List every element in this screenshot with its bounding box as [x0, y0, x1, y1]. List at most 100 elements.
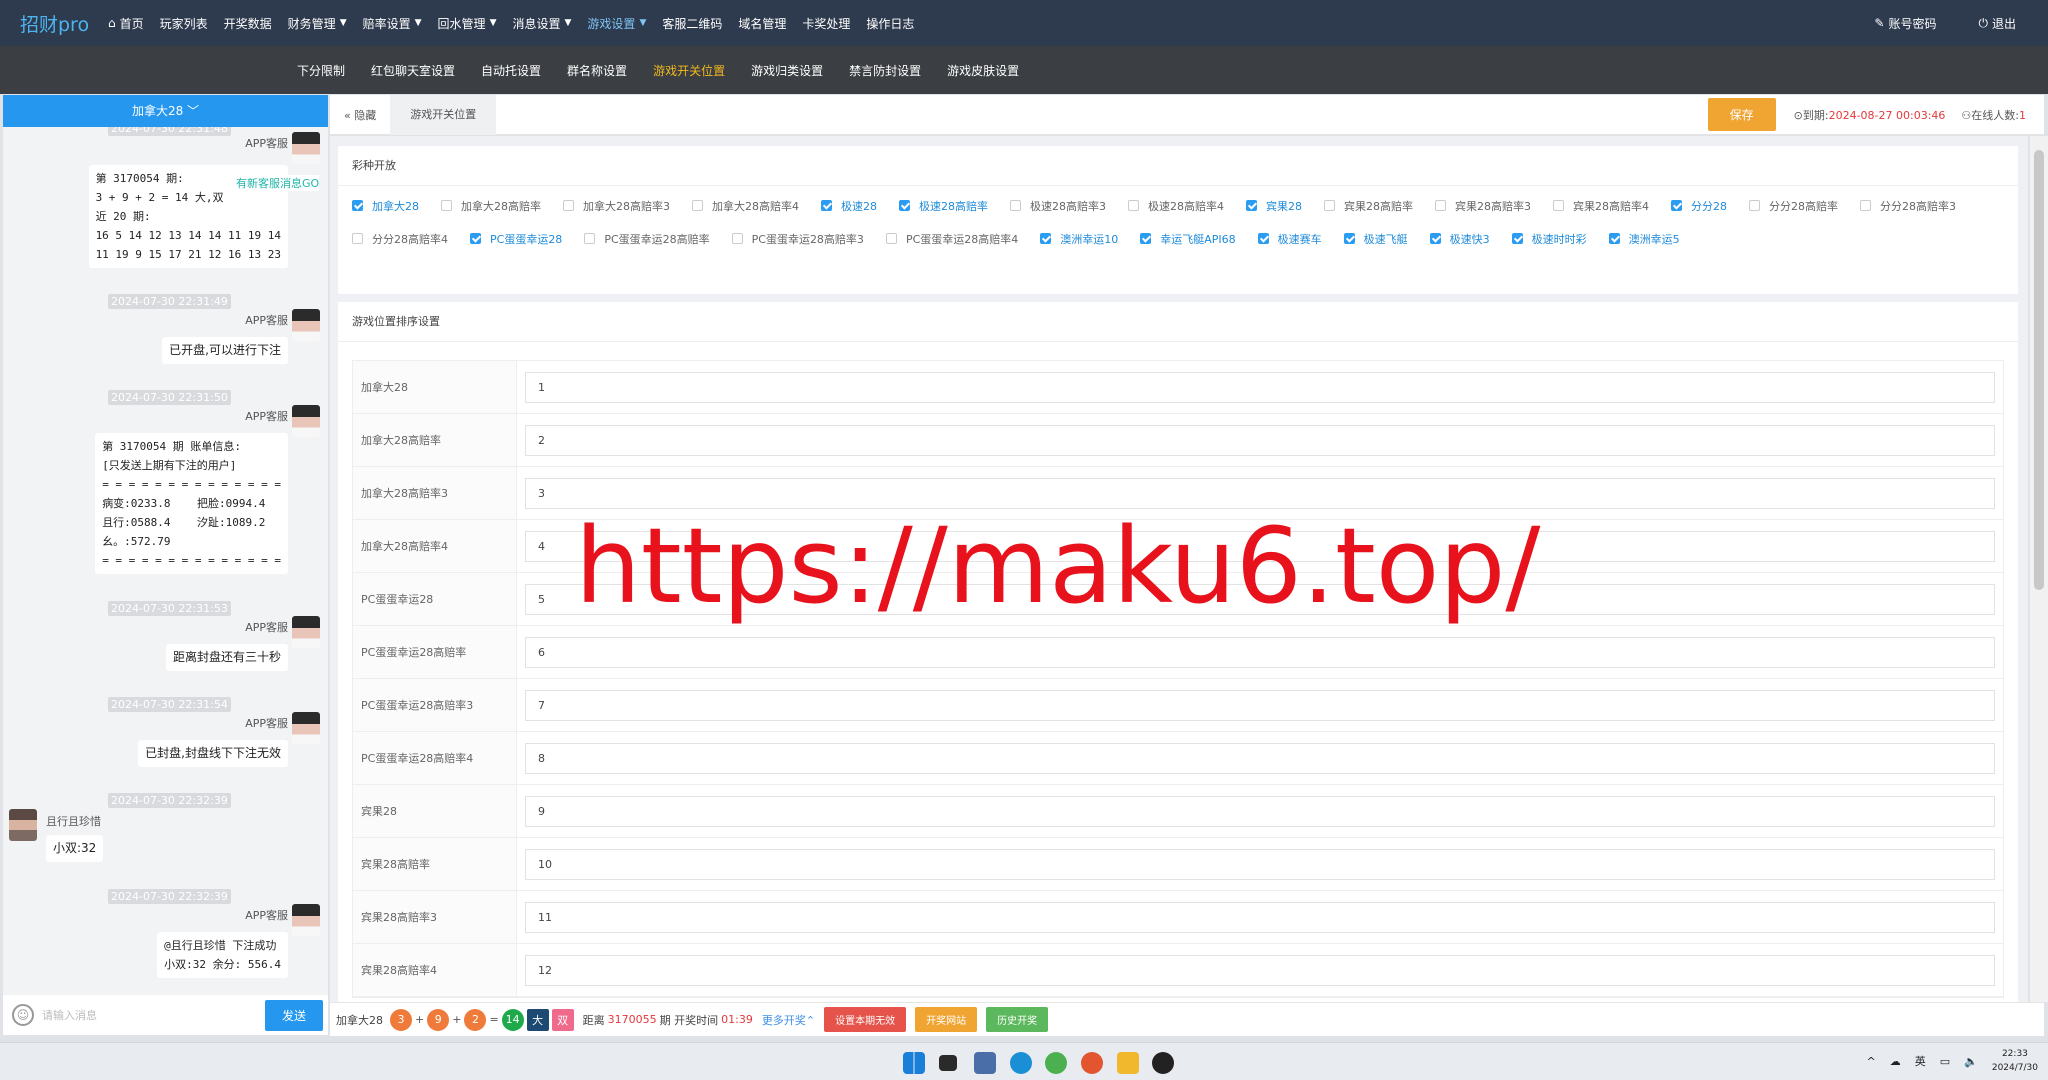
- lottery-checkbox[interactable]: 宾果28高赔率: [1324, 196, 1413, 215]
- position-input[interactable]: [525, 795, 1995, 827]
- lottery-checkbox[interactable]: 加拿大28高赔率3: [563, 196, 670, 215]
- checkbox-box[interactable]: [1010, 200, 1021, 211]
- nav-item[interactable]: 财务管理 ▼: [280, 15, 355, 32]
- position-input[interactable]: [525, 901, 1995, 933]
- app-icon[interactable]: [1081, 1052, 1103, 1074]
- checkbox-box[interactable]: [352, 200, 363, 211]
- position-input[interactable]: [525, 742, 1995, 774]
- nav-home[interactable]: ⌂ 首页: [100, 15, 152, 32]
- lottery-checkbox[interactable]: 澳洲幸运5: [1608, 229, 1680, 248]
- send-button[interactable]: 发送: [264, 999, 323, 1031]
- checkbox-box[interactable]: [1511, 233, 1523, 244]
- tab-game-switch-position[interactable]: 游戏开关位置: [390, 94, 497, 135]
- lottery-checkbox[interactable]: 极速28: [821, 196, 877, 215]
- qq-icon[interactable]: [1152, 1052, 1174, 1074]
- subnav-item[interactable]: 游戏皮肤设置: [947, 62, 1019, 79]
- checkbox-box[interactable]: [1860, 200, 1871, 211]
- position-input[interactable]: [525, 424, 1995, 456]
- subnav-item[interactable]: 游戏开关位置: [653, 62, 725, 79]
- draw-website-button[interactable]: 开奖网站: [915, 1007, 978, 1032]
- lottery-checkbox[interactable]: 幸运飞艇API68: [1140, 229, 1236, 248]
- checkbox-box[interactable]: [731, 233, 743, 244]
- task-view-icon[interactable]: [939, 1055, 957, 1071]
- checkbox-box[interactable]: [441, 200, 452, 211]
- nav-item[interactable]: 域名管理: [730, 15, 794, 32]
- lottery-checkbox[interactable]: 澳洲幸运10: [1040, 229, 1118, 248]
- save-button[interactable]: 保存: [1707, 98, 1776, 131]
- display-icon[interactable]: ▭: [1940, 1055, 1950, 1068]
- lottery-checkbox[interactable]: 加拿大28高赔率: [441, 196, 541, 215]
- chat-room-selector[interactable]: 加拿大28 ﹀: [3, 95, 328, 127]
- lottery-checkbox[interactable]: 极速28高赔率4: [1128, 196, 1224, 215]
- hide-panel-button[interactable]: « 隐藏: [330, 107, 390, 123]
- checkbox-box[interactable]: [1257, 233, 1269, 244]
- checkbox-box[interactable]: [1435, 200, 1446, 211]
- position-input[interactable]: [525, 636, 1995, 668]
- checkbox-box[interactable]: [1140, 233, 1152, 244]
- ime-indicator[interactable]: 英: [1915, 1053, 1926, 1069]
- nav-item[interactable]: 回水管理 ▼: [430, 15, 505, 32]
- checkbox-box[interactable]: [1246, 200, 1257, 211]
- checkbox-box[interactable]: [1608, 233, 1620, 244]
- position-input[interactable]: [525, 371, 1995, 403]
- subnav-item[interactable]: 自动托设置: [481, 62, 541, 79]
- emoji-icon[interactable]: ☺: [12, 1004, 34, 1026]
- checkbox-box[interactable]: [1749, 200, 1760, 211]
- volume-icon[interactable]: 🔈: [1964, 1055, 1978, 1068]
- checkbox-box[interactable]: [470, 233, 481, 244]
- nav-item[interactable]: 玩家列表: [152, 15, 216, 32]
- checkbox-box[interactable]: [1040, 233, 1052, 244]
- checkbox-box[interactable]: [885, 233, 897, 244]
- checkbox-box[interactable]: [1429, 233, 1441, 244]
- network-icon[interactable]: ☁: [1890, 1055, 1901, 1068]
- lottery-checkbox[interactable]: PC蛋蛋幸运28高赔率3: [731, 229, 864, 248]
- checkbox-box[interactable]: [584, 233, 596, 244]
- lottery-checkbox[interactable]: 分分28高赔率: [1749, 196, 1838, 215]
- lottery-checkbox[interactable]: 极速飞艇: [1343, 229, 1408, 248]
- lottery-checkbox[interactable]: 极速赛车: [1257, 229, 1322, 248]
- nav-item[interactable]: 消息设置 ▼: [504, 15, 579, 32]
- position-input[interactable]: [525, 689, 1995, 721]
- file-explorer-icon[interactable]: [1117, 1052, 1139, 1074]
- set-period-invalid-button[interactable]: 设置本期无效: [824, 1007, 907, 1032]
- lottery-checkbox[interactable]: PC蛋蛋幸运28高赔率: [584, 229, 710, 248]
- subnav-item[interactable]: 游戏归类设置: [751, 62, 823, 79]
- lottery-checkbox[interactable]: 极速时时彩: [1511, 229, 1587, 248]
- scrollbar-thumb[interactable]: [2034, 150, 2044, 590]
- lottery-checkbox[interactable]: 分分28高赔率4: [352, 229, 448, 248]
- account-password-button[interactable]: ✎ 账号密码: [1866, 15, 1944, 32]
- nav-item[interactable]: 客服二维码: [654, 15, 730, 32]
- windows-start-icon[interactable]: [903, 1052, 925, 1074]
- app-icon[interactable]: [974, 1052, 996, 1074]
- position-input[interactable]: [525, 954, 1995, 986]
- edge-browser-icon[interactable]: [1010, 1052, 1032, 1074]
- nav-item[interactable]: 游戏设置 ▼: [579, 15, 654, 32]
- position-input[interactable]: [525, 848, 1995, 880]
- checkbox-box[interactable]: [352, 233, 363, 244]
- lottery-checkbox[interactable]: 极速28高赔率3: [1010, 196, 1106, 215]
- checkbox-box[interactable]: [1671, 200, 1682, 211]
- history-results-button[interactable]: 历史开奖: [986, 1007, 1049, 1032]
- lottery-checkbox[interactable]: 加拿大28高赔率4: [692, 196, 799, 215]
- lottery-checkbox[interactable]: PC蛋蛋幸运28: [470, 229, 562, 248]
- tray-overflow-icon[interactable]: ^: [1867, 1055, 1876, 1068]
- lottery-checkbox[interactable]: 极速快3: [1429, 229, 1490, 248]
- subnav-item[interactable]: 红包聊天室设置: [371, 62, 455, 79]
- subnav-item[interactable]: 下分限制: [297, 62, 345, 79]
- checkbox-box[interactable]: [899, 200, 910, 211]
- lottery-checkbox[interactable]: 加拿大28: [352, 196, 419, 215]
- new-support-message-link[interactable]: 有新客服消息GO: [236, 175, 320, 191]
- message-input[interactable]: 请输入消息: [42, 1007, 265, 1023]
- checkbox-box[interactable]: [1324, 200, 1335, 211]
- lottery-checkbox[interactable]: 宾果28: [1246, 196, 1302, 215]
- position-input[interactable]: [525, 477, 1995, 509]
- more-results-link[interactable]: 更多开奖⌃: [762, 1012, 815, 1028]
- nav-item[interactable]: 卡奖处理: [794, 15, 858, 32]
- lottery-checkbox[interactable]: 宾果28高赔率3: [1435, 196, 1531, 215]
- nav-item[interactable]: 赔率设置 ▼: [355, 15, 430, 32]
- logout-button[interactable]: ⏻ 退出: [1970, 15, 2024, 32]
- lottery-checkbox[interactable]: 宾果28高赔率4: [1553, 196, 1649, 215]
- checkbox-box[interactable]: [821, 200, 832, 211]
- checkbox-box[interactable]: [1128, 200, 1139, 211]
- checkbox-box[interactable]: [1553, 200, 1564, 211]
